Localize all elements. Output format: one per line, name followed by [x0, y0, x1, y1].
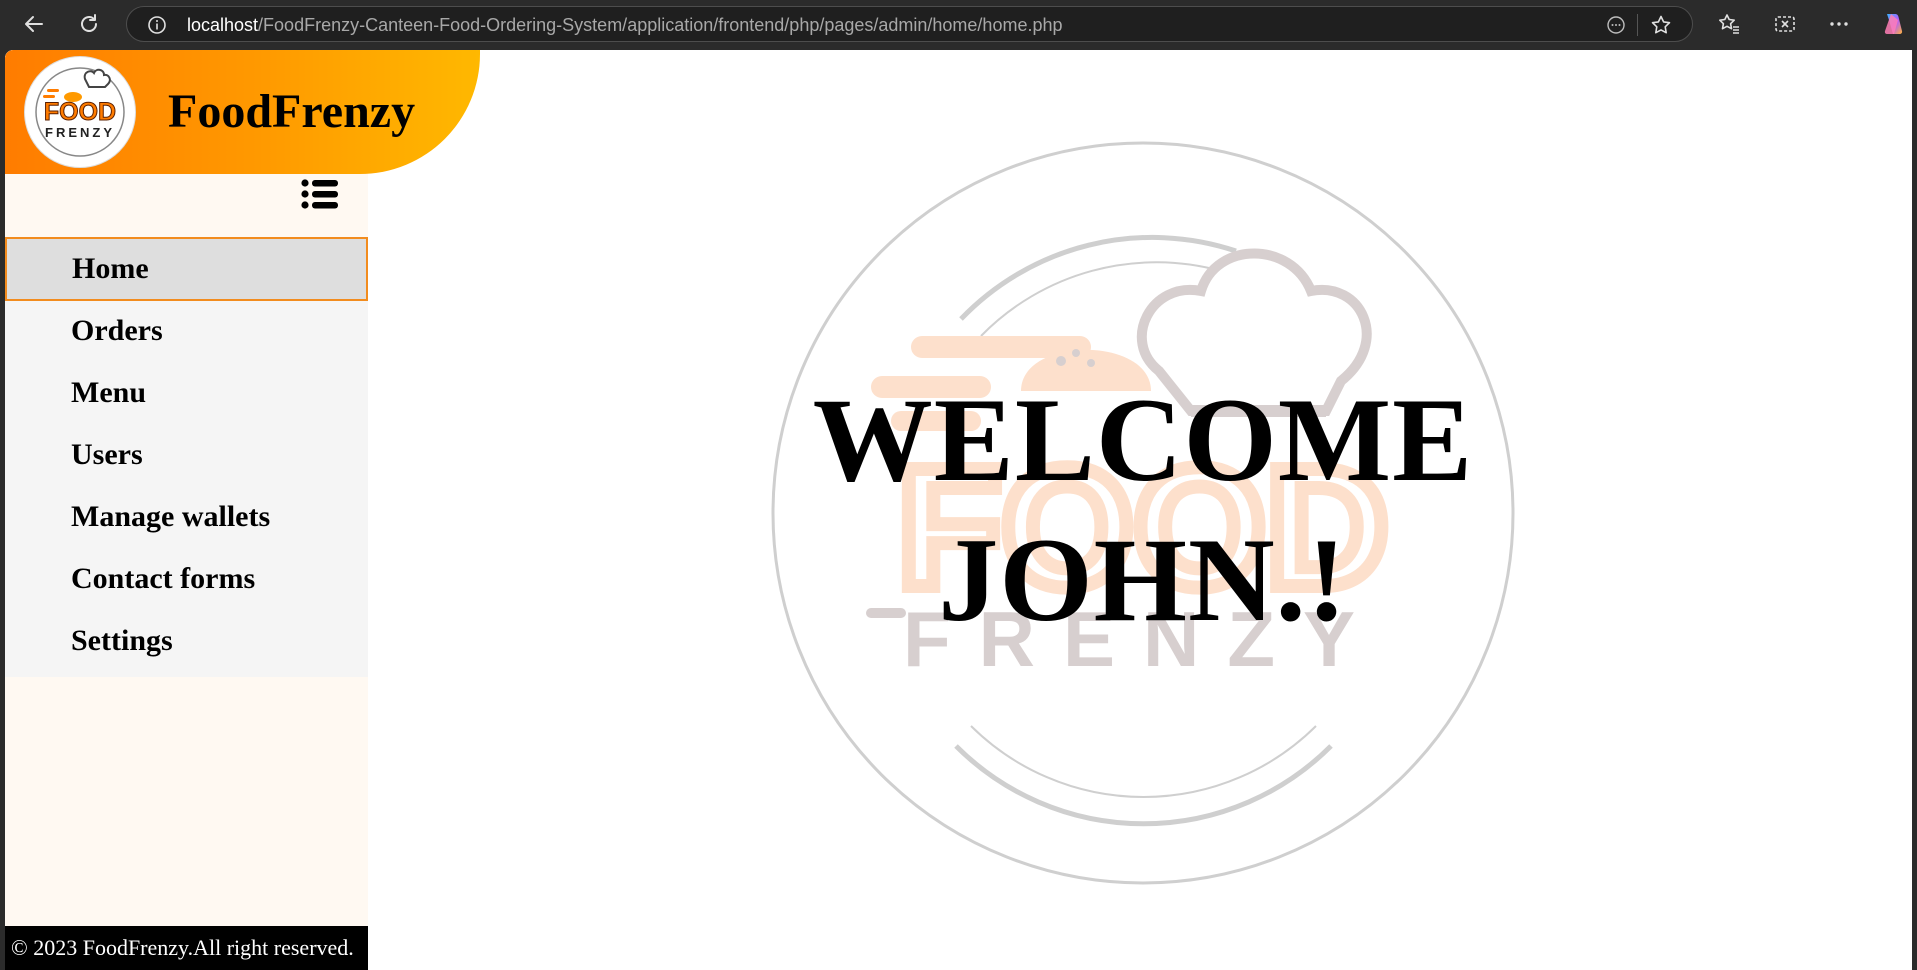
sidebar-item-manage-wallets[interactable]: Manage wallets [5, 485, 368, 549]
brand-logo[interactable]: FOOD FRENZY [24, 56, 136, 168]
sidebar-item-label: Users [71, 438, 143, 471]
favorites-icon[interactable] [1716, 11, 1742, 37]
sidebar-item-label: Contact forms [71, 562, 256, 595]
browser-toolbar: localhost/FoodFrenzy-Canteen-Food-Orderi… [0, 0, 1917, 48]
sidebar-item-menu[interactable]: Menu [5, 361, 368, 425]
sidebar-item-label: Manage wallets [71, 500, 271, 533]
reader-icon[interactable] [1606, 15, 1626, 35]
sidebar-item-label: Menu [71, 376, 146, 409]
sidebar-item-label: Orders [71, 314, 163, 347]
address-separator [1637, 14, 1638, 36]
address-bar[interactable]: localhost/FoodFrenzy-Canteen-Food-Orderi… [126, 6, 1693, 42]
page-viewport: Home Orders Menu Users Manage wallets Co… [5, 50, 1912, 970]
list-icon[interactable] [301, 178, 339, 210]
back-icon[interactable] [18, 9, 50, 39]
sidebar-item-label: Home [72, 252, 149, 285]
screenshot-icon[interactable] [1772, 11, 1798, 37]
welcome-heading: WELCOME JOHN.! [768, 370, 1518, 650]
logo-text-bottom: FRENZY [45, 125, 115, 140]
sidebar-item-orders[interactable]: Orders [5, 299, 368, 363]
url-host: localhost [187, 15, 259, 35]
url-path: /FoodFrenzy-Canteen-Food-Ordering-System… [258, 15, 1063, 35]
refresh-icon[interactable] [73, 9, 105, 39]
welcome-line-2: JOHN.! [938, 513, 1348, 646]
sidebar-footer: © 2023 FoodFrenzy.All right reserved. [5, 926, 368, 970]
welcome-line-1: WELCOME [812, 373, 1474, 506]
star-icon[interactable] [1650, 14, 1672, 36]
info-icon[interactable] [147, 15, 167, 35]
url-text[interactable]: localhost/FoodFrenzy-Canteen-Food-Orderi… [187, 15, 1063, 35]
sidebar-item-label: Settings [71, 624, 173, 657]
sidebar-menu: Home Orders Menu Users Manage wallets Co… [5, 237, 368, 677]
logo-text-top: FOOD [44, 98, 116, 126]
sidebar-item-settings[interactable]: Settings [5, 609, 368, 673]
sidebar-item-users[interactable]: Users [5, 423, 368, 487]
sidebar-item-home[interactable]: Home [5, 237, 368, 301]
main-content: FOOD FRENZY WELCOME JOHN.! [368, 50, 1912, 970]
sidebar: Home Orders Menu Users Manage wallets Co… [5, 50, 368, 970]
more-icon[interactable] [1826, 11, 1852, 37]
sidebar-item-contact-forms[interactable]: Contact forms [5, 547, 368, 611]
copilot-icon[interactable] [1879, 11, 1905, 37]
